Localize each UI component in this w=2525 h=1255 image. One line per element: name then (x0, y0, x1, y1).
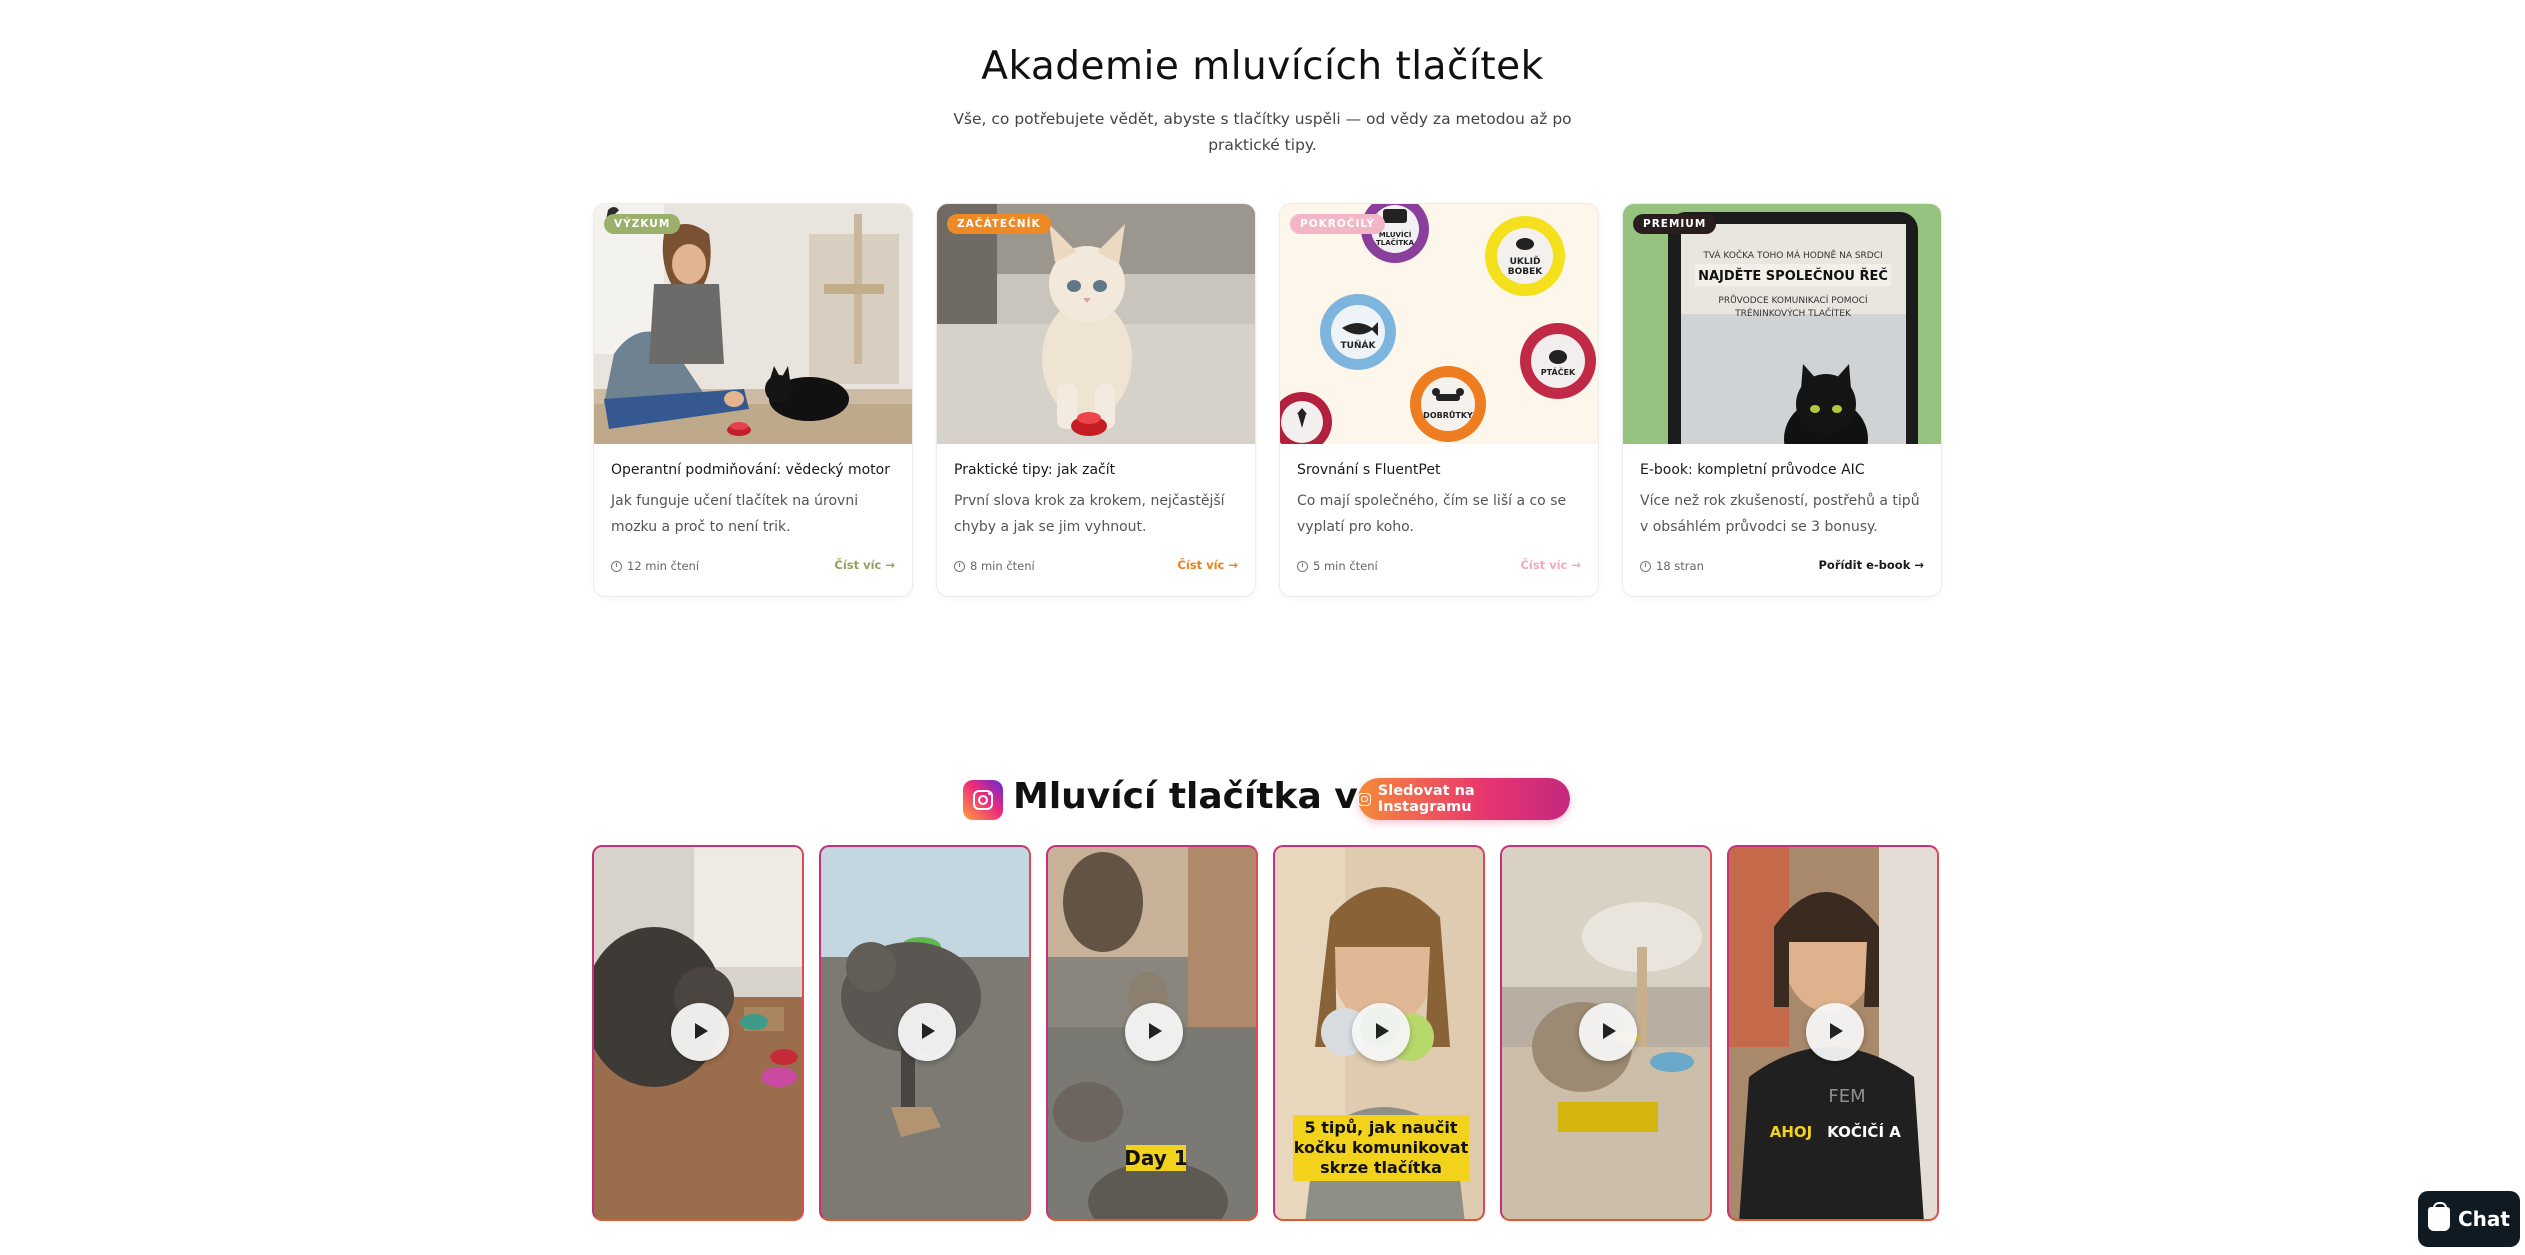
card-description: Jak funguje učení tlačítek na úrovni moz… (611, 493, 859, 535)
instagram-small-icon (1358, 792, 1371, 806)
academy-subtitle-line2: praktické tipy. (1208, 136, 1317, 154)
play-icon[interactable] (898, 1003, 956, 1061)
badge-premium: PREMIUM (1633, 214, 1717, 234)
follow-instagram-label: Sledovat na Instagramu (1377, 783, 1475, 815)
chat-label: Chat (2458, 1207, 2510, 1231)
clock-icon (1297, 560, 1308, 572)
card-meta: 5 min čtení (1297, 559, 1378, 573)
card-image-buttons: MLUVÍCÍ TLAČÍTKA UKLIĎ BOBEK TUŇÁK PTÁČE… (1280, 204, 1598, 444)
reel-6[interactable]: FEM AHOJ KOČIČÍ A (1727, 845, 1939, 1221)
card-description: Co mají společného, čím se liší a co se … (1297, 493, 1567, 535)
ebook-title: NAJDĚTE SPOLEČNOU ŘEČ (1698, 268, 1888, 284)
shopping-bag-icon (2428, 1202, 2450, 1231)
play-icon[interactable] (671, 1003, 729, 1061)
reel-1[interactable] (592, 845, 804, 1221)
academy-title: Akademie mluvících tlačítek (981, 44, 1544, 89)
read-more-link[interactable]: Číst víc → (1520, 558, 1581, 572)
badge-beginner: ZAČÁTEČNÍK (947, 214, 1051, 234)
card-image-kitten: ZAČÁTEČNÍK (937, 204, 1255, 444)
card-meta: 8 min čtení (954, 559, 1035, 573)
read-more-link[interactable]: Číst víc → (1177, 558, 1238, 572)
reel-3[interactable]: Day 1 (1046, 845, 1258, 1221)
card-image-ebook: TVÁ KOČKA TOHO MÁ HODNĚ NA SRDCI NAJDĚTE… (1623, 204, 1941, 444)
clock-icon (611, 560, 622, 572)
card-title: Operantní podmiňování: vědecký motor (611, 462, 890, 478)
reel-caption-white: KOČIČÍ A (1827, 1122, 1901, 1141)
academy-subtitle-line1: Vše, co potřebujete vědět, abyste s tlač… (953, 110, 1572, 128)
chat-button[interactable]: Chat (2418, 1191, 2520, 1247)
clock-icon (954, 560, 965, 572)
reading-time: 12 min čtení (627, 559, 700, 573)
instagram-icon (963, 780, 1003, 820)
instagram-reels: Day 1 5 tipů, jak naučit kočku komunikov… (592, 845, 1942, 1221)
card-meta: 12 min čtení (611, 559, 699, 573)
reading-time: 5 min čtení (1313, 559, 1378, 573)
ebook-tagline: TVÁ KOČKA TOHO MÁ HODNĚ NA SRDCI (1702, 249, 1882, 261)
reel-caption-line2: kočku komunikovat (1294, 1138, 1469, 1157)
card-description: Více než rok zkušeností, postřehů a tipů… (1640, 493, 1920, 535)
article-card-research[interactable]: VÝZKUM Operantní podmiňování: vědecký mo… (593, 203, 913, 597)
reel-caption-yellow: AHOJ (1770, 1123, 1813, 1141)
clock-icon (1640, 560, 1651, 572)
button-label-dobrutky: DOBRŮTKY (1423, 409, 1473, 420)
ebook-subtitle-1: PRŮVODCE KOMUNIKACÍ POMOCÍ (1718, 294, 1868, 306)
reel-4[interactable]: 5 tipů, jak naučit kočku komunikovat skr… (1273, 845, 1485, 1221)
ebook-subtitle-2: TRÉNINKOVÝCH TLAČÍTEK (1734, 307, 1852, 319)
button-label-ptacek: PTÁČEK (1541, 366, 1576, 377)
play-icon[interactable] (1125, 1003, 1183, 1061)
play-icon[interactable] (1352, 1003, 1410, 1061)
button-label-mluvici: MLUVÍCÍ (1379, 230, 1412, 239)
academy-subtitle: Vše, co potřebujete vědět, abyste s tlač… (0, 106, 2525, 158)
button-label-uklid: UKLIĎ (1510, 255, 1541, 267)
article-card-advanced[interactable]: MLUVÍCÍ TLAČÍTKA UKLIĎ BOBEK TUŇÁK PTÁČE… (1279, 203, 1599, 597)
follow-instagram-button[interactable]: Sledovat na Instagramu (1358, 778, 1570, 820)
reel-5[interactable] (1500, 845, 1712, 1221)
button-label-tlacitka: TLAČÍTKA (1376, 238, 1415, 247)
read-more-link[interactable]: Číst víc → (834, 558, 895, 572)
badge-advanced: POKROČILÝ (1290, 214, 1386, 234)
button-label-tunak: TUŇÁK (1341, 339, 1377, 351)
reel-caption-day1: Day 1 (1124, 1146, 1187, 1170)
instagram-header: Mluvící tlačítka v akci Sledovat na Inst… (0, 776, 2525, 826)
play-icon[interactable] (1806, 1003, 1864, 1061)
article-card-beginner[interactable]: ZAČÁTEČNÍK Praktické tipy: jak začít Prv… (936, 203, 1256, 597)
article-card-premium[interactable]: TVÁ KOČKA TOHO MÁ HODNĚ NA SRDCI NAJDĚTE… (1622, 203, 1942, 597)
card-title: Srovnání s FluentPet (1297, 462, 1441, 478)
card-image-woman-cat: VÝZKUM (594, 204, 912, 444)
button-label-bobek: BOBEK (1508, 267, 1544, 277)
card-meta: 18 stran (1640, 559, 1704, 573)
article-cards: VÝZKUM Operantní podmiňování: vědecký mo… (593, 203, 1942, 597)
play-icon[interactable] (1579, 1003, 1637, 1061)
reel-caption-line3: skrze tlačítka (1320, 1158, 1442, 1177)
card-description: První slova krok za krokem, nejčastější … (954, 493, 1225, 535)
reel-2[interactable] (819, 845, 1031, 1221)
shirt-print: FEM (1828, 1086, 1865, 1107)
card-title: Praktické tipy: jak začít (954, 462, 1116, 478)
buy-ebook-link[interactable]: Pořídit e-book → (1818, 558, 1924, 572)
reading-time: 8 min čtení (970, 559, 1035, 573)
card-title: E-book: kompletní průvodce AIC (1640, 462, 1865, 478)
badge-research: VÝZKUM (604, 214, 681, 234)
reel-caption-line1: 5 tipů, jak naučit (1304, 1118, 1457, 1137)
page-count: 18 stran (1656, 559, 1704, 573)
